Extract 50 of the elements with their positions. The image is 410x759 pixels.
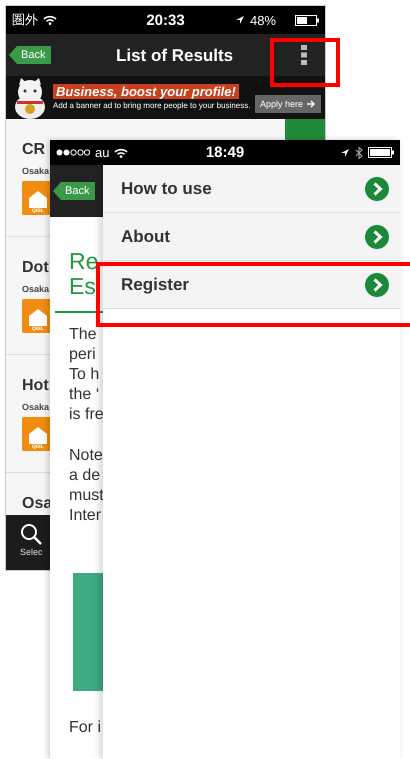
text-line: a de xyxy=(69,466,102,486)
tab-label: Selec xyxy=(20,547,43,557)
house-icon xyxy=(29,309,47,326)
result-area: Osaka xyxy=(22,166,50,176)
result-name: CR xyxy=(22,141,46,159)
back-button[interactable]: Back xyxy=(53,182,96,200)
bluetooth-icon xyxy=(355,146,363,158)
result-area: Osaka xyxy=(22,284,50,294)
menu-item[interactable]: Register xyxy=(103,261,400,309)
carrier-label: au xyxy=(95,145,110,160)
banner-text: Add a banner ad to bring more people to your business. xyxy=(53,101,252,111)
status-time: 20:33 xyxy=(146,12,185,28)
wifi-icon xyxy=(43,15,57,25)
battery-percent: 48% xyxy=(250,12,276,28)
result-name: Hot xyxy=(22,377,49,395)
chevron-right-icon xyxy=(365,272,389,296)
menu-icon xyxy=(301,45,307,65)
banner-headline: Business, boost your profile! xyxy=(53,84,239,99)
wifi-icon xyxy=(114,148,128,158)
text-line: must xyxy=(69,486,104,506)
text-line: To h xyxy=(69,365,100,385)
search-tab[interactable]: Selec xyxy=(20,515,43,570)
text-line: Note xyxy=(69,446,104,466)
house-icon xyxy=(29,427,47,444)
house-icon xyxy=(29,191,47,208)
text-line: For i xyxy=(69,718,101,738)
screen-title: List of Results xyxy=(116,46,234,66)
result-area: Osaka xyxy=(22,402,50,412)
apply-button[interactable]: Apply here xyxy=(254,94,321,112)
text-line: peri xyxy=(69,345,97,365)
arrow-right-icon xyxy=(307,100,316,108)
result-name: Dot xyxy=(22,259,49,277)
back-button[interactable]: Back xyxy=(9,46,52,64)
text-line: is fre xyxy=(69,405,104,425)
battery-icon xyxy=(368,147,394,158)
ad-banner[interactable]: Business, boost your profile! Add a banner ad to bring more people to your business. Apply here xyxy=(6,76,325,119)
battery-icon xyxy=(295,14,319,26)
text-line: the ‘ xyxy=(69,385,100,405)
carrier-label: 圏外 xyxy=(12,11,38,29)
menu-item[interactable]: How to use xyxy=(103,165,400,213)
text-line: Inter xyxy=(69,506,102,526)
search-icon xyxy=(20,523,42,545)
location-icon xyxy=(340,148,350,158)
status-time: 18:49 xyxy=(206,144,244,161)
signal-icon xyxy=(56,149,90,156)
text-line: The xyxy=(69,325,98,345)
location-icon xyxy=(234,15,245,25)
chevron-right-icon xyxy=(365,176,389,200)
menu-item[interactable]: About xyxy=(103,213,400,261)
chevron-right-icon xyxy=(365,224,389,248)
